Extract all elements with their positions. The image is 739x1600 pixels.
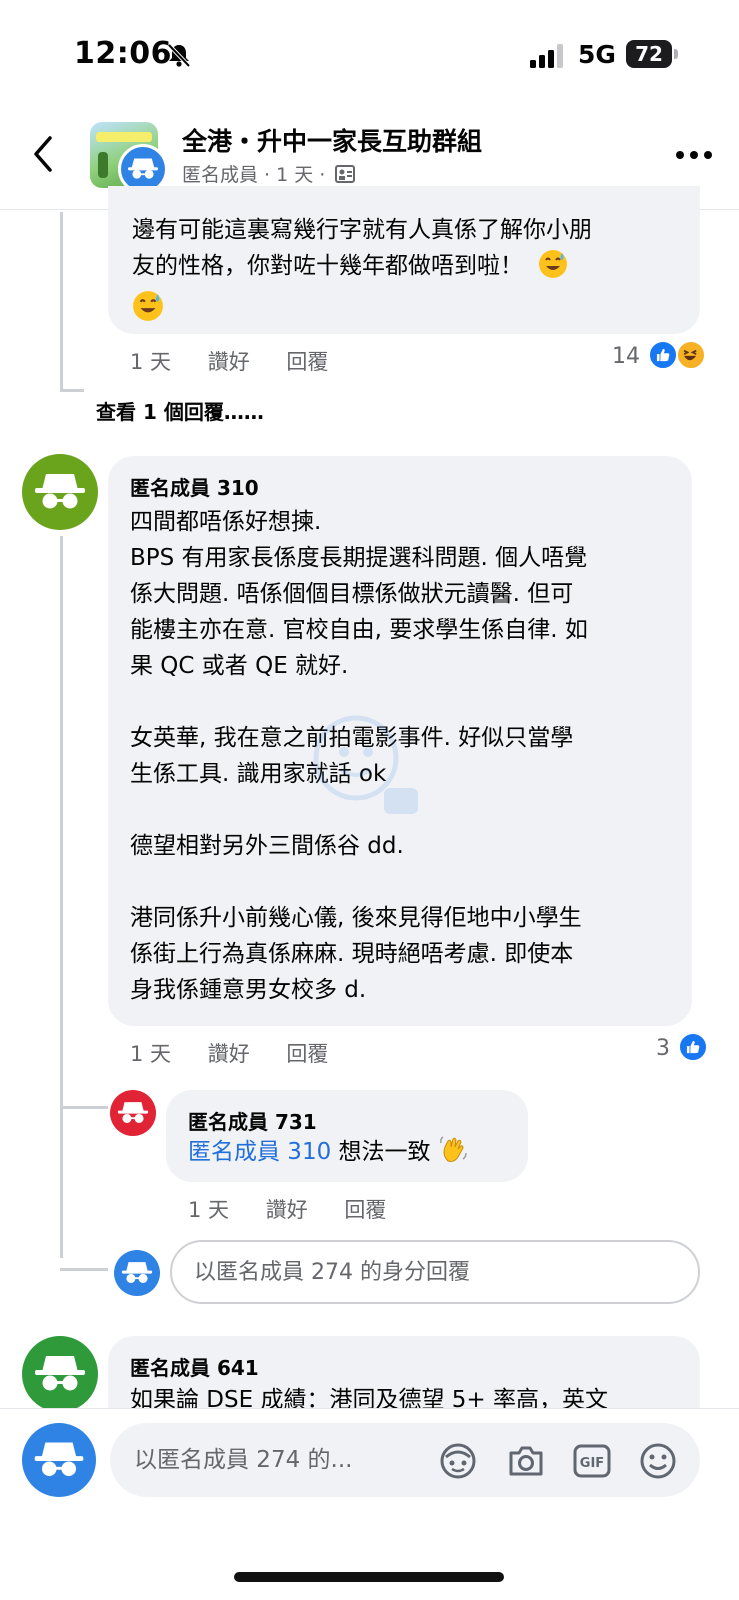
status-time: 12:06 (74, 36, 172, 71)
smiley-icon[interactable] (638, 1441, 678, 1481)
comment-time: 1 天 (130, 1042, 172, 1066)
comment-text-line: 果 QC 或者 QE 就好. (130, 653, 349, 679)
comment-text-line: 友的性格，你對咗十幾年都做唔到啦！ (132, 253, 523, 279)
comment-author[interactable]: 匿名成員 731 (188, 1106, 317, 1135)
back-icon[interactable] (28, 134, 62, 174)
comment-text: 匿名成員 310 想法一致 (188, 1134, 468, 1170)
comment-text-line: 身我係鍾意男女校多 d. (130, 977, 367, 1003)
comment-text-line: 友的性格，你對咗十幾年都做唔到啦！ (132, 248, 568, 284)
like-button[interactable]: 讚好 (208, 1038, 250, 1068)
home-indicator (234, 1572, 504, 1582)
group-thumbnail-figure (98, 152, 108, 178)
view-replies-link[interactable]: 查看 1 個回覆…… (96, 396, 264, 425)
reply-button[interactable]: 回覆 (286, 1038, 328, 1068)
group-thumbnail-banner (96, 132, 152, 142)
avatar-icon (114, 1250, 160, 1296)
reaction-count[interactable]: 14 (600, 344, 640, 369)
composer-field[interactable]: GIF (110, 1423, 700, 1497)
status-bar: 12:06 5G 72 (0, 0, 739, 100)
post-meta-text: 匿名成員 · 1 天 · (182, 164, 326, 186)
wave-emoji (439, 1136, 467, 1162)
members-visibility-icon (335, 165, 356, 183)
comment-text-line: 能樓主亦在意. 官校自由, 要求學生係自律. 如 (130, 617, 588, 643)
comment-text-line: BPS 有用家長係度長期提選科問題. 個人唔覺 (130, 545, 588, 571)
bell-off-icon (167, 43, 191, 68)
reply-input[interactable] (172, 1242, 698, 1302)
avatar-icon[interactable] (22, 1336, 98, 1412)
haha-icon (676, 340, 706, 370)
thread-connector (60, 1268, 108, 1271)
comment-text-line: 邊有可能這裏寫幾行字就有人真係了解你小朋 (132, 217, 592, 243)
post-meta: 匿名成員 · 1 天 · (182, 160, 356, 187)
comment-time: 1 天 (130, 350, 172, 374)
signal-icon (530, 44, 563, 68)
battery-cap (674, 49, 678, 59)
avatar-icon[interactable] (22, 454, 98, 530)
like-button[interactable]: 讚好 (266, 1194, 308, 1224)
comment-text-line: 港同係升小前幾心儀, 後來見得佢地中小學生 (130, 905, 582, 931)
sweat-smile-emoji (133, 291, 163, 321)
avatar-sticker-icon[interactable] (438, 1441, 478, 1481)
reply-input-box[interactable] (170, 1240, 700, 1304)
comment-actions: 1 天 讚好 回覆 (188, 1194, 416, 1224)
comment-bubble[interactable]: 邊有可能這裏寫幾行字就有人真係了解你小朋 友的性格，你對咗十幾年都做唔到啦！ (108, 186, 700, 334)
comment-author[interactable]: 匿名成員 310 (130, 472, 259, 501)
reply-button[interactable]: 回覆 (344, 1194, 386, 1224)
battery-icon: 72 (626, 40, 672, 68)
reply-text: 想法一致 (338, 1139, 431, 1165)
sweat-smile-emoji (539, 250, 568, 278)
gif-icon[interactable]: GIF (572, 1441, 612, 1481)
comment-actions: 1 天 讚好 回覆 (130, 1038, 358, 1068)
reply-button[interactable]: 回覆 (286, 346, 328, 376)
thread-connector (60, 1106, 108, 1109)
comment-actions: 1 天 讚好 回覆 (130, 346, 358, 376)
thread-line (60, 536, 63, 1258)
comment-text-line: 係大問題. 唔係個個目標係做狀元讀醫. 但可 (130, 581, 574, 607)
avatar-icon[interactable] (110, 1090, 156, 1136)
like-icon (648, 340, 678, 370)
comment-text-line: 係街上行為真係麻麻. 現時絕唔考慮. 即使本 (130, 941, 574, 967)
watermark-logo (313, 715, 418, 814)
reply-bubble[interactable]: 匿名成員 731 匿名成員 310 想法一致 (166, 1090, 528, 1182)
avatar-icon[interactable] (22, 1423, 96, 1497)
comment-time: 1 天 (188, 1198, 230, 1222)
like-icon (678, 1032, 708, 1062)
thread-connector (60, 389, 84, 392)
mention-link[interactable]: 匿名成員 310 (188, 1139, 331, 1165)
comment-text-line: 四間都唔係好想揀. (130, 509, 322, 535)
group-title[interactable]: 全港・升中一家長互助群組 (182, 122, 482, 158)
composer-input[interactable] (110, 1423, 410, 1497)
reaction-count[interactable]: 3 (640, 1036, 670, 1061)
camera-icon[interactable] (506, 1441, 546, 1481)
svg-text:GIF: GIF (580, 1456, 604, 1471)
like-button[interactable]: 讚好 (208, 346, 250, 376)
more-options-icon[interactable] (674, 148, 714, 162)
network-label: 5G (578, 40, 616, 69)
comment-author[interactable]: 匿名成員 641 (130, 1352, 259, 1381)
comment-text-line: 德望相對另外三間係谷 dd. (130, 833, 404, 859)
thread-line (60, 212, 63, 392)
